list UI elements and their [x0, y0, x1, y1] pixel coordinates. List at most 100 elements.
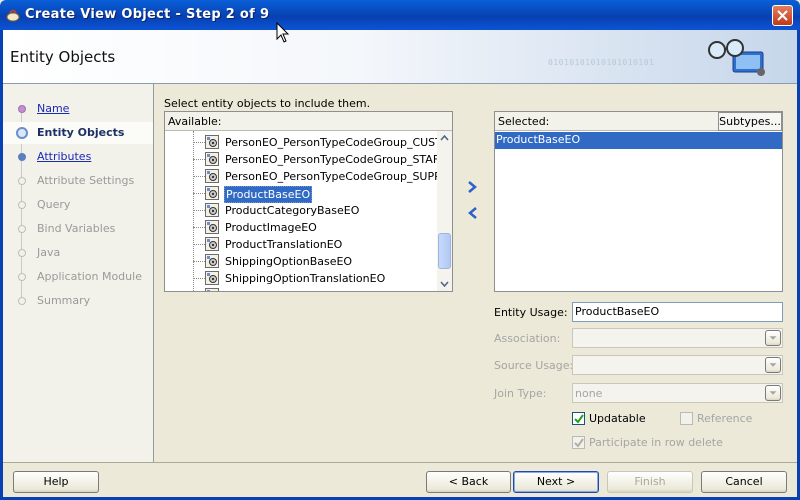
entity-object-icon: [205, 152, 219, 166]
step-marker-icon: [18, 177, 26, 185]
step-label: Application Module: [37, 270, 142, 283]
entity-usage-field[interactable]: ProductBaseEO: [572, 302, 783, 322]
participate-label: Participate in row delete: [589, 436, 723, 449]
step-label: Query: [37, 198, 71, 211]
step-marker-icon: [18, 273, 26, 281]
next-button[interactable]: Next >: [513, 471, 599, 493]
step-marker-icon: [18, 297, 26, 305]
source-usage-label: Source Usage:: [494, 359, 574, 372]
move-right-icon[interactable]: [465, 180, 481, 194]
step-label: Java: [37, 246, 61, 259]
wizard-glasses-icon: [708, 39, 765, 76]
title-bar: Create View Object - Step 2 of 9: [0, 0, 800, 30]
tree-item-label: PersonEO_PersonTypeCodeGroup_CUST: [225, 136, 437, 149]
selected-list-item[interactable]: ProductBaseEO: [495, 132, 782, 149]
step-label: Entity Objects: [37, 126, 125, 139]
entity-object-icon: [205, 271, 219, 285]
close-button[interactable]: [772, 5, 793, 26]
step-bind-variables: Bind Variables: [3, 218, 153, 240]
reference-label: Reference: [697, 412, 753, 425]
step-java: Java: [3, 242, 153, 264]
selected-list[interactable]: Selected: Subtypes... ProductBaseEO: [494, 111, 783, 292]
close-icon: [777, 10, 788, 21]
available-tree-item[interactable]: ProductImageEO: [193, 219, 433, 236]
updatable-label: Updatable: [589, 412, 646, 425]
entity-object-icon: [205, 135, 219, 149]
page-title: Entity Objects: [10, 48, 116, 66]
available-tree-item[interactable]: ProductCategoryBaseEO: [193, 202, 433, 219]
available-tree-item[interactable]: ProductTranslationEO: [193, 236, 433, 253]
step-label: Bind Variables: [37, 222, 116, 235]
entity-object-icon: [205, 169, 219, 183]
step-application-module: Application Module: [3, 266, 153, 288]
chevron-down-icon: [765, 357, 781, 373]
selected-label: Selected:: [498, 115, 550, 128]
tree-item-label: SupplierEO: [224, 288, 287, 291]
available-tree-viewport: PersonEO_PersonTypeCodeGroup_CUST PersonE…: [165, 131, 437, 291]
tree-item-label: ProductBaseEO: [224, 186, 313, 203]
step-label: Attribute Settings: [37, 174, 135, 187]
step-summary: Summary: [3, 290, 153, 312]
updatable-checkbox[interactable]: [572, 412, 585, 425]
source-usage-combo: [572, 355, 783, 375]
association-combo: [572, 328, 783, 348]
entity-object-icon: [205, 220, 219, 234]
entity-object-icon: [205, 288, 219, 291]
entity-usage-label: Entity Usage:: [494, 306, 568, 319]
selected-header: Selected: Subtypes...: [495, 112, 782, 131]
footer-separator: [3, 462, 797, 463]
step-marker-icon: [18, 105, 26, 113]
available-tree-item[interactable]: ShippingOptionBaseEO: [193, 253, 433, 270]
step-marker-icon: [18, 201, 26, 209]
tree-item-label: PersonEO_PersonTypeCodeGroup_SUPP: [225, 170, 437, 183]
scroll-down-icon[interactable]: [437, 277, 452, 291]
entity-object-icon: [205, 186, 219, 200]
available-tree-item[interactable]: ShippingOptionTranslationEO: [193, 270, 433, 287]
scroll-thumb[interactable]: [438, 233, 451, 269]
check-icon: [574, 414, 584, 424]
chevron-down-icon: [765, 330, 781, 346]
step-marker-icon: [18, 225, 26, 233]
entity-object-icon: [205, 237, 219, 251]
step-label: Summary: [37, 294, 91, 307]
available-tree-item[interactable]: PersonEO_PersonTypeCodeGroup_SUPP: [193, 168, 437, 185]
step-marker-icon: [18, 153, 26, 161]
entity-object-icon: [205, 203, 219, 217]
reference-checkbox: [680, 412, 693, 425]
move-left-icon[interactable]: [465, 206, 481, 220]
tree-item-label: ProductCategoryBaseEO: [225, 204, 360, 217]
page-header: Entity Objects 01010101010101010101: [3, 30, 797, 84]
subtypes-button[interactable]: Subtypes...: [718, 112, 782, 131]
available-tree-item[interactable]: PersonEO_PersonTypeCodeGroup_STAFF: [193, 151, 437, 168]
window-title: Create View Object - Step 2 of 9: [25, 7, 270, 22]
header-binary-decor: 01010101010101010101: [548, 58, 655, 67]
app-icon: [6, 9, 20, 22]
step-entity-objects[interactable]: Entity Objects: [3, 122, 153, 144]
tree-item-label: ShippingOptionTranslationEO: [225, 272, 386, 285]
tree-item-label: ProductTranslationEO: [225, 238, 343, 251]
help-button[interactable]: Help: [13, 471, 99, 493]
available-scrollbar[interactable]: [437, 131, 452, 291]
available-tree[interactable]: Available: PersonEO_PersonTypeCodeGroup_…: [164, 111, 453, 292]
back-button[interactable]: < Back: [426, 471, 511, 493]
step-attributes[interactable]: Attributes: [3, 146, 153, 168]
instruction-text: Select entity objects to include them.: [164, 97, 371, 110]
available-tree-item[interactable]: SupplierEO: [193, 287, 433, 291]
available-tree-item[interactable]: ProductBaseEO: [193, 185, 433, 203]
cancel-button[interactable]: Cancel: [701, 471, 787, 493]
step-label: Attributes: [37, 150, 92, 163]
available-tree-item[interactable]: PersonEO_PersonTypeCodeGroup_CUST: [193, 134, 437, 151]
tree-item-label: ProductImageEO: [225, 221, 317, 234]
chevron-down-icon: [765, 385, 781, 401]
step-attribute-settings: Attribute Settings: [3, 170, 153, 192]
step-name[interactable]: Name: [3, 98, 153, 120]
check-icon: [574, 438, 584, 448]
participate-checkbox: [572, 436, 585, 449]
tree-item-label: PersonEO_PersonTypeCodeGroup_STAFF: [225, 153, 437, 166]
mouse-cursor-icon: [276, 22, 290, 43]
association-label: Association:: [494, 332, 561, 345]
scroll-up-icon[interactable]: [437, 131, 452, 145]
step-marker-icon: [18, 249, 26, 257]
join-type-value: none: [575, 387, 603, 400]
entity-object-icon: [205, 254, 219, 268]
